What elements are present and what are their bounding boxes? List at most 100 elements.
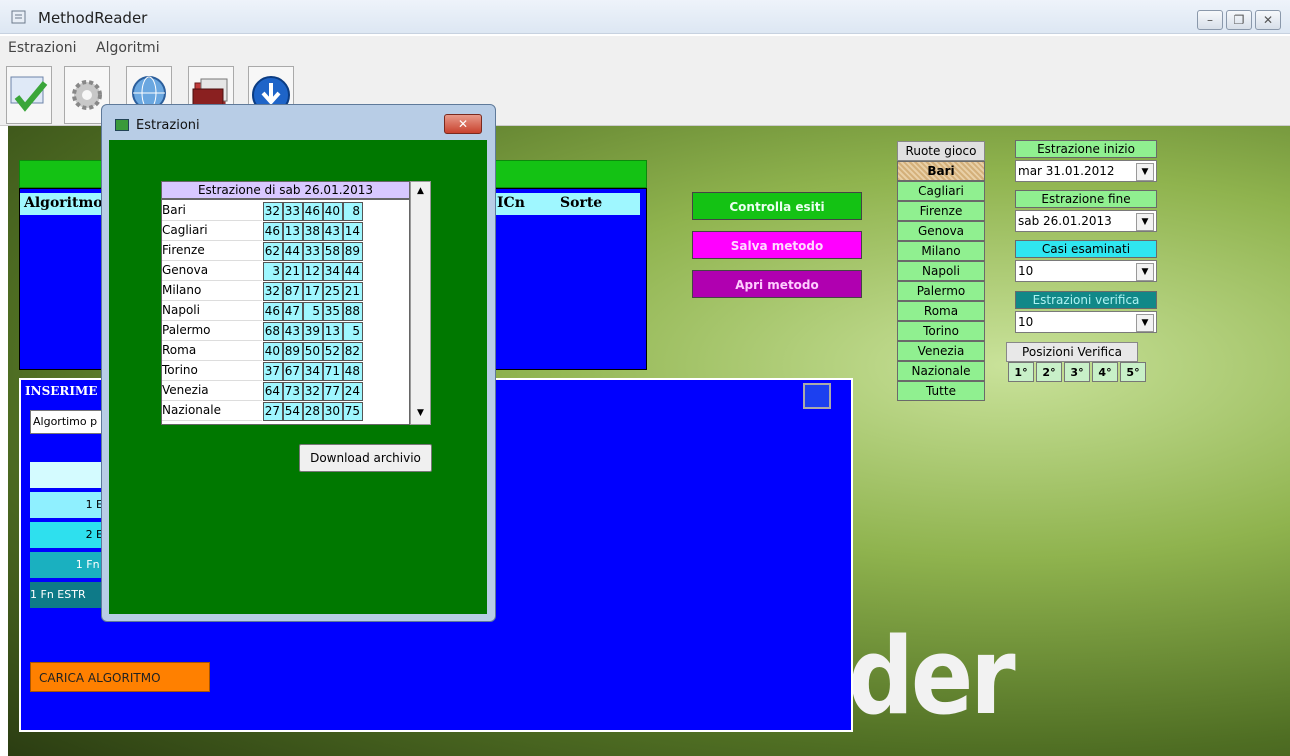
cases-label: Casi esaminati: [1015, 240, 1157, 258]
position-2-button[interactable]: 2°: [1036, 362, 1062, 382]
menu-algoritmi[interactable]: Algoritmi: [96, 40, 160, 56]
draw-number-cell: 35: [323, 302, 343, 321]
ruota-firenze[interactable]: Firenze: [897, 201, 985, 221]
column-sorte[interactable]: Sorte: [560, 195, 602, 211]
draw-number-cell: 25: [323, 282, 343, 301]
draw-number-cell: 34: [303, 362, 323, 381]
dialog-close-button[interactable]: ✕: [444, 114, 482, 134]
draw-row-city: Genova: [162, 261, 262, 281]
draw-number-cell: 82: [343, 342, 363, 361]
ruota-genova[interactable]: Genova: [897, 221, 985, 241]
verify-draws-label: Estrazioni verifica: [1015, 291, 1157, 309]
insert-panel-toggle[interactable]: [803, 383, 831, 409]
ruota-napoli[interactable]: Napoli: [897, 261, 985, 281]
open-method-button[interactable]: Apri metodo: [692, 270, 862, 298]
save-method-button[interactable]: Salva metodo: [692, 231, 862, 259]
end-draw-value: sab 26.01.2013: [1018, 214, 1112, 228]
draw-number-cell: 87: [283, 282, 303, 301]
draw-number-cell: 39: [303, 322, 323, 341]
draw-number-cell: 40: [323, 202, 343, 221]
dialog-title: Estrazioni: [136, 118, 200, 133]
ruota-nazionale[interactable]: Nazionale: [897, 361, 985, 381]
draw-number-cell: 46: [263, 222, 283, 241]
scroll-down-icon[interactable]: ▼: [411, 405, 430, 422]
grid-scrollbar[interactable]: [410, 181, 431, 425]
load-algorithm-button[interactable]: CARICA ALGORITMO: [30, 662, 210, 692]
chevron-down-icon[interactable]: ▼: [1136, 263, 1154, 281]
draw-number-cell: 38: [303, 222, 323, 241]
menu-bar: [0, 36, 1290, 60]
draw-row-city: Bari: [162, 201, 262, 221]
insert-row-3[interactable]: 1 Fn E: [30, 552, 110, 578]
chevron-down-icon[interactable]: ▼: [1136, 314, 1154, 332]
chevron-down-icon[interactable]: ▼: [1136, 163, 1154, 181]
close-button[interactable]: ✕: [1255, 10, 1281, 30]
menu-estrazioni[interactable]: Estrazioni: [8, 40, 77, 56]
position-1-button[interactable]: 1°: [1008, 362, 1034, 382]
draw-number-cell: 88: [343, 302, 363, 321]
ruota-bari[interactable]: Bari: [897, 161, 985, 181]
verify-draws-select[interactable]: 10 ▼: [1015, 311, 1157, 333]
draw-number-cell: 64: [263, 382, 283, 401]
ruota-torino[interactable]: Torino: [897, 321, 985, 341]
draw-number-cell: 89: [343, 242, 363, 261]
insert-row-4[interactable]: 1 Fn ESTR: [30, 582, 110, 608]
draw-number-cell: 21: [343, 282, 363, 301]
end-draw-label: Estrazione fine: [1015, 190, 1157, 208]
start-draw-select[interactable]: mar 31.01.2012 ▼: [1015, 160, 1157, 182]
app-icon: [10, 8, 28, 26]
draw-row-city: Napoli: [162, 301, 262, 321]
draw-grid-title: Estrazione di sab 26.01.2013: [161, 181, 410, 199]
draw-number-cell: 28: [303, 402, 323, 421]
ruota-milano[interactable]: Milano: [897, 241, 985, 261]
positions-label: Posizioni Verifica: [1006, 342, 1138, 362]
draw-row-city: Venezia: [162, 381, 262, 401]
chevron-down-icon[interactable]: ▼: [1136, 213, 1154, 231]
check-results-button[interactable]: Controlla esiti: [692, 192, 862, 220]
draw-number-cell: 50: [303, 342, 323, 361]
draw-number-cell: 32: [303, 382, 323, 401]
check-icon[interactable]: [6, 66, 52, 124]
draw-row-city: Milano: [162, 281, 262, 301]
draw-row-city: Firenze: [162, 241, 262, 261]
restore-button[interactable]: ❐: [1226, 10, 1252, 30]
cases-select[interactable]: 10 ▼: [1015, 260, 1157, 282]
draw-number-cell: 3: [263, 262, 283, 281]
draw-number-cell: 17: [303, 282, 323, 301]
scroll-up-icon[interactable]: ▲: [411, 183, 430, 200]
insert-row-2[interactable]: 2 ES: [30, 522, 110, 548]
draw-number-cell: 5: [343, 322, 363, 341]
position-5-button[interactable]: 5°: [1120, 362, 1146, 382]
window-title: MethodReader: [38, 9, 148, 27]
algorithm-select[interactable]: Algortimo p: [30, 410, 110, 434]
ruota-palermo[interactable]: Palermo: [897, 281, 985, 301]
ruota-cagliari[interactable]: Cagliari: [897, 181, 985, 201]
draw-number-cell: 54: [283, 402, 303, 421]
draw-number-cell: 52: [323, 342, 343, 361]
ruota-tutte[interactable]: Tutte: [897, 381, 985, 401]
position-3-button[interactable]: 3°: [1064, 362, 1090, 382]
brand-watermark: der: [848, 615, 1016, 739]
draw-number-cell: 32: [263, 202, 283, 221]
draw-number-cell: 44: [283, 242, 303, 261]
draw-number-cell: 46: [303, 202, 323, 221]
draw-number-cell: 37: [263, 362, 283, 381]
ruota-roma[interactable]: Roma: [897, 301, 985, 321]
draw-number-cell: 44: [343, 262, 363, 281]
draw-number-cell: 21: [283, 262, 303, 281]
draw-number-cell: 13: [283, 222, 303, 241]
draw-number-cell: 77: [323, 382, 343, 401]
draw-number-cell: 75: [343, 402, 363, 421]
draw-number-cell: 46: [263, 302, 283, 321]
column-icn[interactable]: ICn: [497, 195, 525, 211]
column-algoritmo[interactable]: Algoritmo: [24, 195, 103, 211]
ruota-venezia[interactable]: Venezia: [897, 341, 985, 361]
cases-value: 10: [1018, 264, 1034, 278]
draw-number-cell: 33: [303, 242, 323, 261]
position-4-button[interactable]: 4°: [1092, 362, 1118, 382]
download-archive-button[interactable]: Download archivio: [299, 444, 432, 472]
minimize-button[interactable]: –: [1197, 10, 1223, 30]
draw-number-cell: 12: [303, 262, 323, 281]
insert-row-1[interactable]: 1 ES: [30, 492, 110, 518]
end-draw-select[interactable]: sab 26.01.2013 ▼: [1015, 210, 1157, 232]
